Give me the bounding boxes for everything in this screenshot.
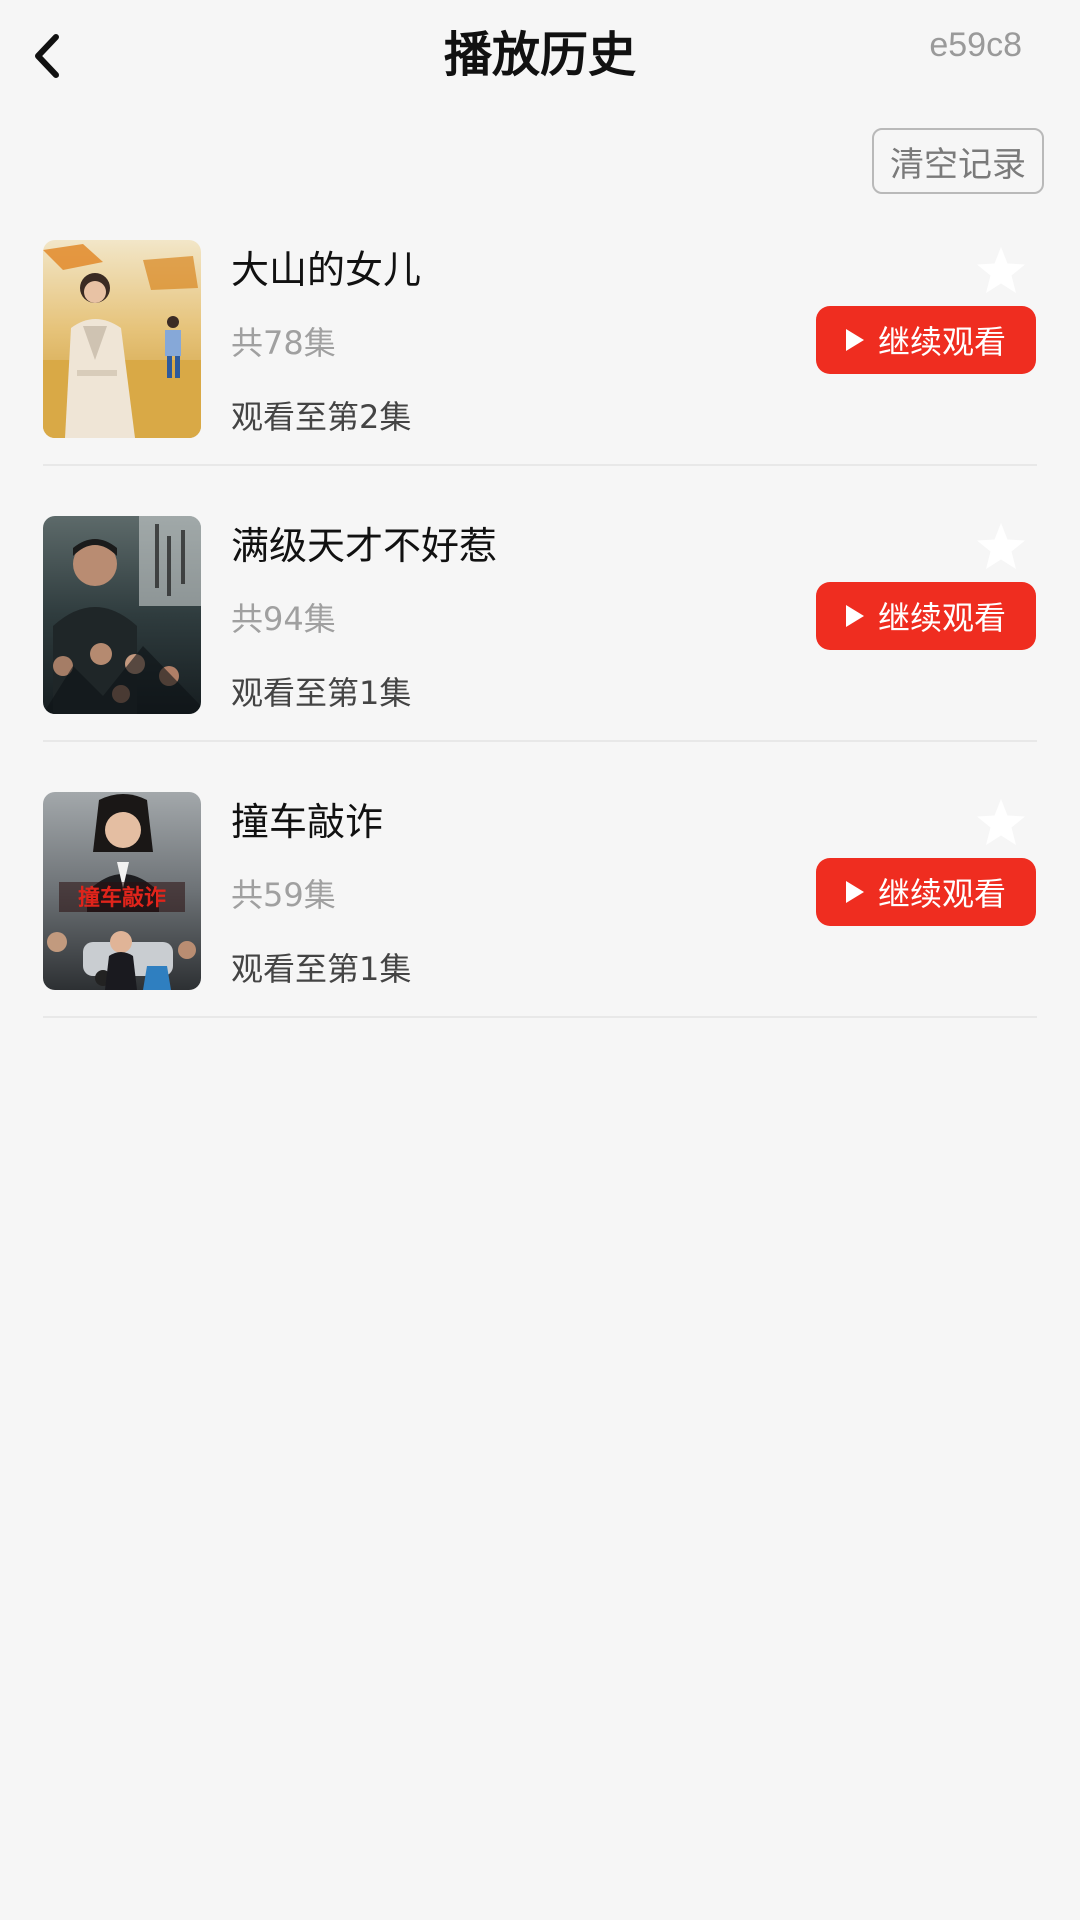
page-title: 播放历史 xyxy=(443,27,636,83)
poster-image[interactable] xyxy=(43,240,201,438)
divider xyxy=(43,740,1037,742)
clear-history-button[interactable]: 清空记录 xyxy=(872,128,1044,194)
episode-count: 共59集 xyxy=(231,876,336,914)
poster-image[interactable]: 撞车敲诈 xyxy=(43,792,201,990)
play-icon xyxy=(845,605,864,627)
favorite-star-icon[interactable] xyxy=(974,796,1028,850)
divider xyxy=(43,464,1037,466)
divider xyxy=(43,1016,1037,1018)
list-item[interactable]: 撞车敲诈 撞车敲诈 共59集 观看至第1集 继续观看 xyxy=(0,792,1080,1068)
episode-count: 共78集 xyxy=(231,324,336,362)
continue-watching-label: 继续观看 xyxy=(877,323,1006,361)
poster-title-text: 撞车敲诈 xyxy=(78,885,166,911)
drama-title[interactable]: 大山的女儿 xyxy=(231,244,421,296)
play-icon xyxy=(845,881,864,903)
continue-watching-button[interactable]: 继续观看 xyxy=(816,582,1036,650)
watch-progress: 观看至第2集 xyxy=(231,398,412,436)
continue-watching-button[interactable]: 继续观看 xyxy=(816,858,1036,926)
list-item[interactable]: 满级天才不好惹 共94集 观看至第1集 继续观看 xyxy=(0,516,1080,792)
continue-watching-button[interactable]: 继续观看 xyxy=(816,306,1036,374)
corner-code: e59c8 xyxy=(929,26,1022,64)
poster-image[interactable] xyxy=(43,516,201,714)
episode-count: 共94集 xyxy=(231,600,336,638)
play-history-page: 播放历史 e59c8 清空记录 大山的女儿 共78集 观看至第2集 继续观看 满… xyxy=(0,0,1080,1920)
continue-watching-label: 继续观看 xyxy=(877,599,1006,637)
header-bar: 播放历史 e59c8 xyxy=(0,0,1080,112)
watch-progress: 观看至第1集 xyxy=(231,674,412,712)
play-icon xyxy=(845,329,864,351)
continue-watching-label: 继续观看 xyxy=(877,875,1006,913)
drama-title[interactable]: 撞车敲诈 xyxy=(231,796,383,848)
favorite-star-icon[interactable] xyxy=(974,244,1028,298)
favorite-star-icon[interactable] xyxy=(974,520,1028,574)
watch-progress: 观看至第1集 xyxy=(231,950,412,988)
drama-title[interactable]: 满级天才不好惹 xyxy=(231,520,497,572)
list-item[interactable]: 大山的女儿 共78集 观看至第2集 继续观看 xyxy=(0,240,1080,516)
history-list: 大山的女儿 共78集 观看至第2集 继续观看 满级天才不好惹 共94集 观看至第… xyxy=(0,240,1080,1068)
